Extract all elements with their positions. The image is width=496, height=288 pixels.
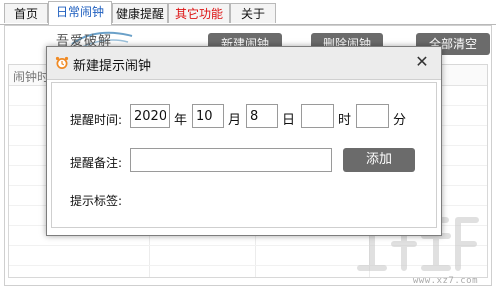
reminder-tag-label: 提示标签: — [70, 194, 123, 208]
minute-unit-label: 分 — [393, 113, 407, 128]
close-icon[interactable]: ✕ — [413, 53, 431, 71]
dialog-title: 新建提示闹钟 — [73, 59, 152, 74]
add-button[interactable]: 添加 — [343, 148, 415, 172]
day-unit-label: 日 — [282, 113, 296, 128]
minute-field[interactable] — [356, 104, 389, 128]
hour-field[interactable] — [301, 104, 334, 128]
hour-unit-label: 时 — [338, 113, 352, 128]
alarm-clock-icon — [55, 56, 69, 69]
column-header-alarm-time[interactable]: 闹钟时 — [13, 68, 49, 85]
tab-health-reminder[interactable]: 健康提醒 — [112, 3, 168, 23]
tab-other-functions[interactable]: 其它功能 — [168, 3, 230, 23]
tab-home[interactable]: 首页 — [4, 3, 48, 23]
dialog-title-bar[interactable]: 新建提示闹钟 ✕ — [47, 47, 441, 80]
day-field[interactable] — [246, 104, 278, 128]
watermark-url: www.xz7.com — [412, 276, 478, 286]
tab-bar: 首页 日常闹钟 健康提醒 其它功能 关于 — [0, 0, 496, 25]
year-unit-label: 年 — [174, 113, 188, 128]
new-alarm-dialog: 新建提示闹钟 ✕ 提醒时间: 年 月 日 时 分 提醒备注: 添加 提示标签: — [46, 46, 442, 236]
tab-about[interactable]: 关于 — [230, 3, 276, 23]
reminder-note-label: 提醒备注: — [70, 156, 123, 170]
month-field[interactable] — [192, 104, 224, 128]
tab-daily-alarm[interactable]: 日常闹钟 — [48, 1, 112, 25]
year-field[interactable] — [130, 104, 170, 128]
reminder-note-field[interactable] — [130, 148, 332, 172]
dialog-body: 提醒时间: 年 月 日 时 分 提醒备注: 添加 提示标签: — [51, 82, 437, 228]
month-unit-label: 月 — [228, 113, 242, 128]
reminder-time-label: 提醒时间: — [70, 113, 123, 127]
